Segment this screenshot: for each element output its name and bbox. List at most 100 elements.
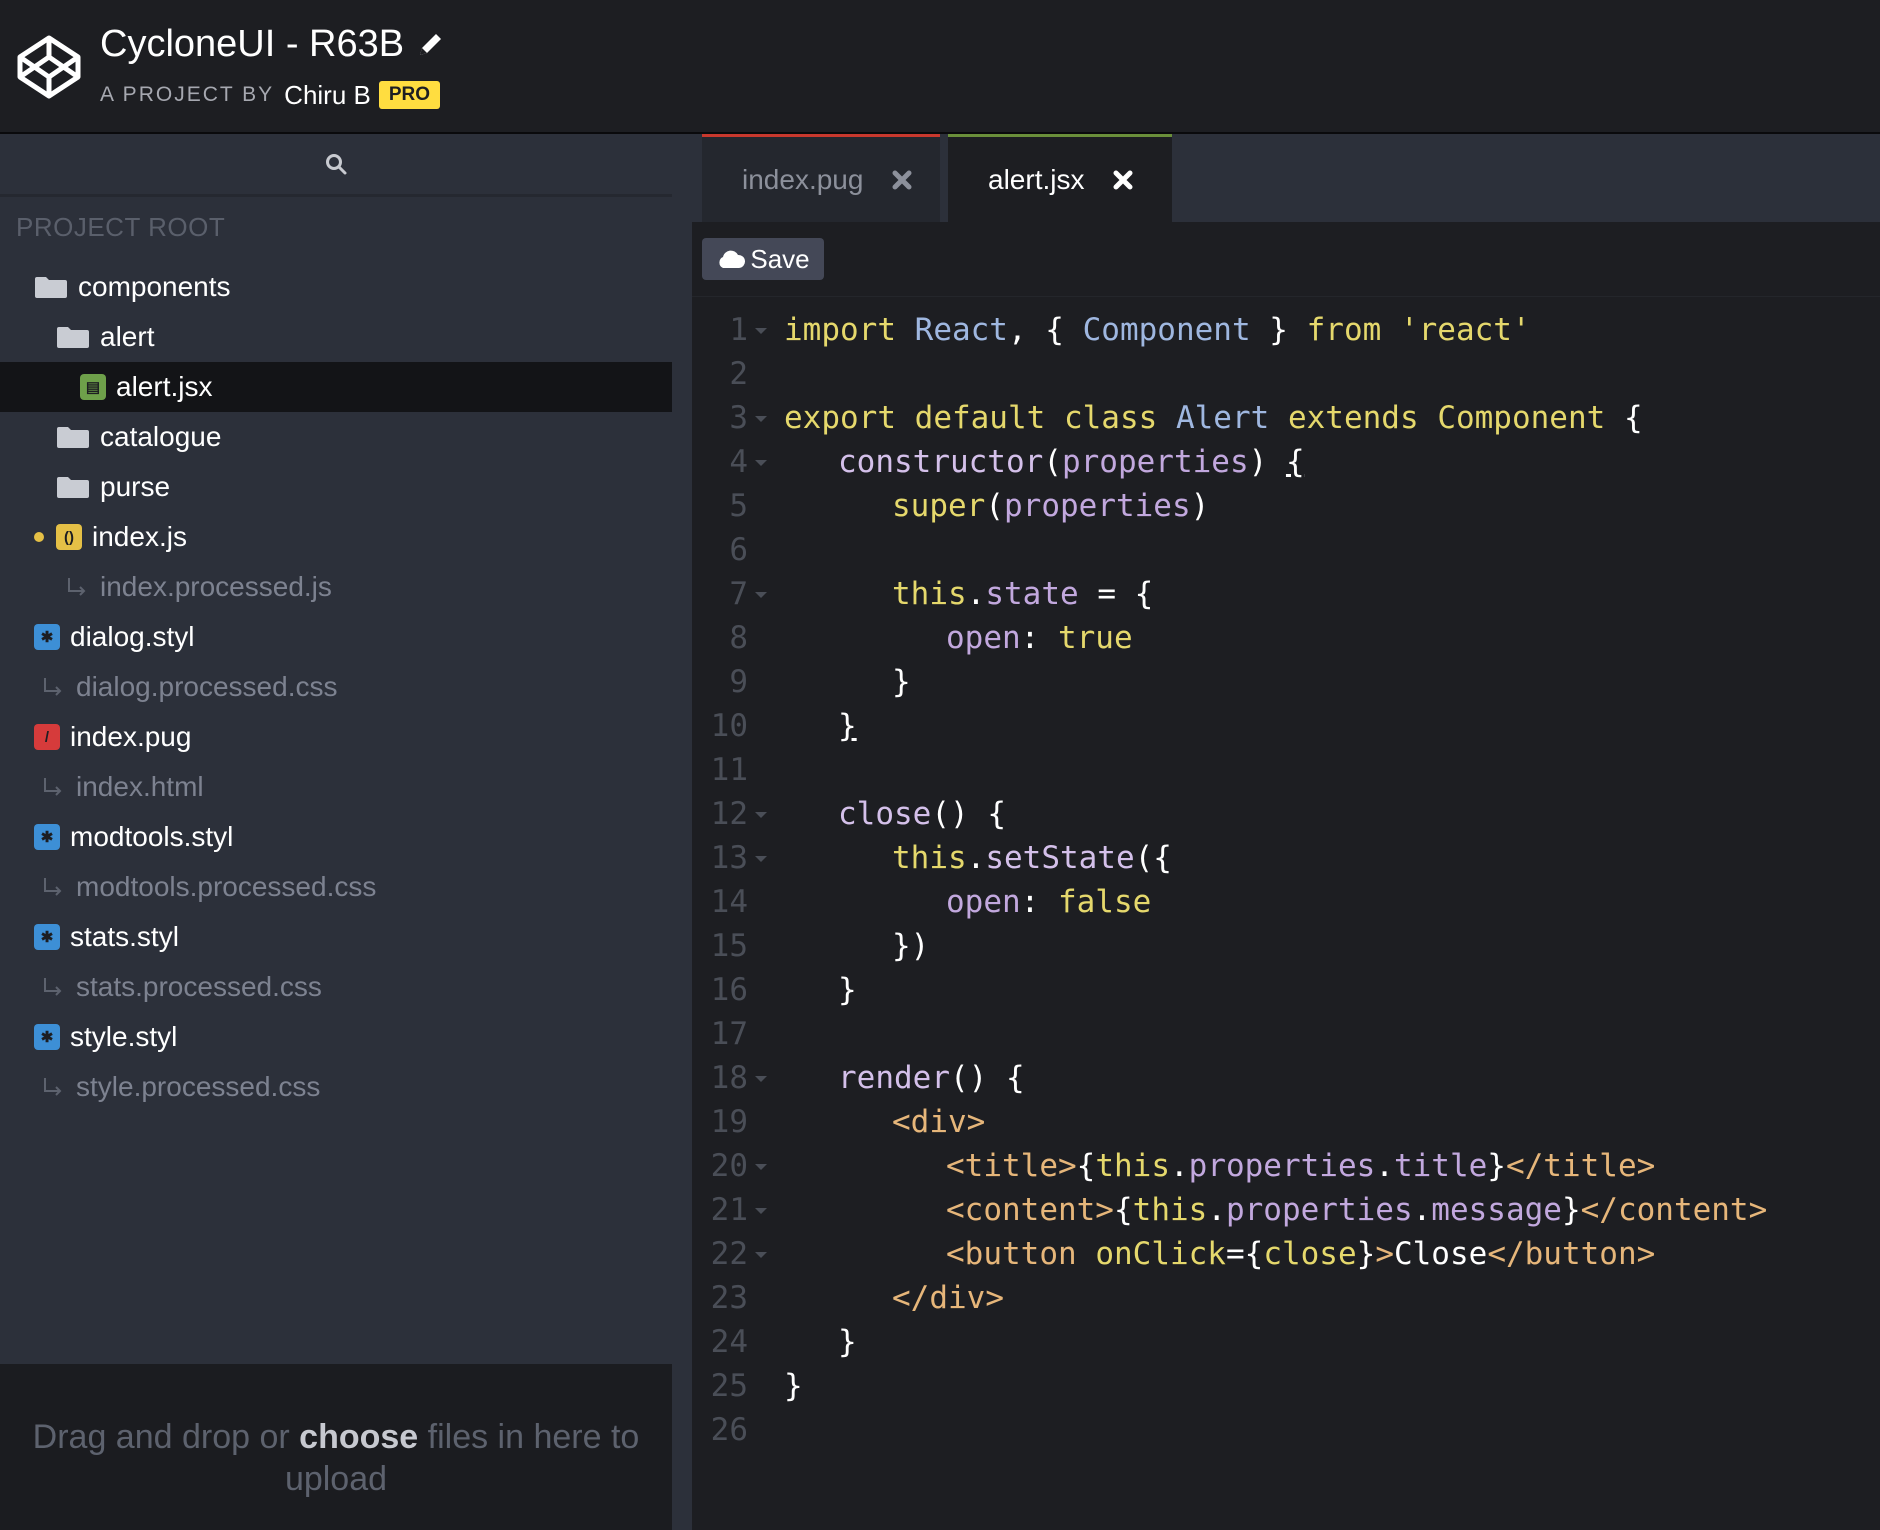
fold-arrow-icon[interactable] [754,459,768,467]
code-line[interactable]: 11 [692,748,1880,792]
code-line[interactable]: 25} [692,1364,1880,1408]
code-line[interactable]: 2 [692,352,1880,396]
tree-item[interactable]: catalogue [0,412,672,462]
close-icon[interactable] [1112,169,1134,191]
code-line[interactable]: 3 export default class Alert extends Comp… [692,396,1880,440]
code-line[interactable]: 8 open: true [692,616,1880,660]
line-number: 1 [729,312,748,348]
fold-arrow-icon[interactable] [754,811,768,819]
tab-index-pug[interactable]: index.pug [702,134,940,222]
tree-item[interactable]: ▤ alert.jsx [0,362,672,412]
code-line[interactable]: 15}) [692,924,1880,968]
tree-item[interactable]: modtools.processed.css [0,862,672,912]
code-line[interactable]: 24} [692,1320,1880,1364]
pug-file-icon: / [34,724,60,750]
code-token: true [1057,620,1133,656]
line-number: 9 [729,664,748,700]
code-text: } [838,1320,857,1364]
code-line[interactable]: 20 <title>{this.properties.title}</title> [692,1144,1880,1188]
code-token: <content> [946,1192,1114,1228]
tree-item[interactable]: dialog.processed.css [0,662,672,712]
tree-item[interactable]: components [0,262,672,312]
code-token: } [838,1324,857,1360]
tree-item[interactable]: ✱ style.styl [0,1012,672,1062]
panel-splitter[interactable] [672,134,692,1530]
code-line[interactable]: 21 <content>{this.properties.message}</co… [692,1188,1880,1232]
code-token: React [914,312,1008,348]
fold-arrow-icon[interactable] [754,1207,768,1215]
line-number: 5 [729,488,748,524]
code-line[interactable]: 18 render() { [692,1056,1880,1100]
code-line[interactable]: 12 close() { [692,792,1880,836]
code-line[interactable]: 26 [692,1408,1880,1452]
tree-item[interactable]: / index.pug [0,712,672,762]
code-line[interactable]: 22 <button onClick={close}>Close</button> [692,1232,1880,1276]
tree-item-label: index.processed.js [100,571,332,602]
code-token: ({ [1134,840,1172,876]
code-token: { [1285,444,1305,480]
code-token: ={ [1225,1236,1264,1272]
save-button[interactable]: Save [702,238,824,280]
code-text: } [838,704,857,748]
tree-item[interactable]: ✱ modtools.styl [0,812,672,862]
code-token: : [1020,620,1058,656]
code-token: Alert [1175,400,1270,436]
code-line[interactable]: 19 <div> [692,1100,1880,1144]
code-line[interactable]: 16} [692,968,1880,1012]
tree-item[interactable]: () index.js [0,512,672,562]
code-line[interactable]: 10} [692,704,1880,748]
tree-item[interactable]: purse [0,462,672,512]
code-line[interactable]: 6 [692,528,1880,572]
code-token: </content> [1580,1192,1768,1228]
code-line[interactable]: 5 super(properties) [692,484,1880,528]
code-line[interactable]: 7 this.state = { [692,572,1880,616]
tree-item-label: dialog.styl [70,621,195,652]
code-line[interactable]: 1 import React, { Component } from 'react… [692,308,1880,352]
code-line[interactable]: 9} [692,660,1880,704]
fold-arrow-icon[interactable] [754,855,768,863]
tree-item[interactable]: index.html [0,762,672,812]
tree-item[interactable]: style.processed.css [0,1062,672,1112]
code-text: close() { [838,792,1006,836]
code-text: open: false [946,880,1151,924]
fold-arrow-icon[interactable] [754,327,768,335]
code-text: constructor(properties) { [838,440,1305,484]
tree-item-label: dialog.processed.css [76,671,338,702]
author-link[interactable]: Chiru B [284,80,371,111]
tree-item[interactable]: ✱ dialog.styl [0,612,672,662]
fold-arrow-icon[interactable] [754,1251,768,1259]
code-line[interactable]: 17 [692,1012,1880,1056]
code-token: false [1057,884,1152,920]
code-line[interactable]: 14 open: false [692,880,1880,924]
file-search[interactable] [0,134,672,197]
tree-item[interactable]: index.processed.js [0,562,672,612]
project-title[interactable]: CycloneUI - R63B [100,23,404,66]
fold-arrow-icon[interactable] [754,1163,768,1171]
code-token: </title> [1505,1148,1656,1184]
code-line[interactable]: 23 </div> [692,1276,1880,1320]
project-root-label: PROJECT ROOT [16,212,226,242]
tab-label: alert.jsx [988,163,1085,195]
tree-item[interactable]: alert [0,312,672,362]
tab-alert-jsx[interactable]: alert.jsx [948,134,1172,222]
search-icon[interactable] [324,152,348,176]
upload-dropzone[interactable]: Drag and drop or choose files in here to… [0,1364,672,1530]
code-token: Component [1082,312,1251,348]
tree-item[interactable]: ✱ stats.styl [0,912,672,962]
code-line[interactable]: 4 constructor(properties) { [692,440,1880,484]
codepen-logo-icon[interactable] [16,34,82,100]
editor-tabbar: index.pug alert.jsx [692,134,1880,222]
code-editor[interactable]: 1 import React, { Component } from 'react… [692,308,1880,1452]
choose-files-link[interactable]: choose [299,1418,418,1456]
code-text: open: true [946,616,1133,660]
tree-item[interactable]: stats.processed.css [0,962,672,1012]
code-token: ( [1043,444,1062,480]
pencil-icon[interactable] [416,29,446,59]
close-icon[interactable] [891,169,913,191]
fold-arrow-icon[interactable] [754,591,768,599]
fold-arrow-icon[interactable] [754,1075,768,1083]
code-line[interactable]: 13 this.setState({ [692,836,1880,880]
fold-arrow-icon[interactable] [754,415,768,423]
code-token: this [892,840,967,876]
